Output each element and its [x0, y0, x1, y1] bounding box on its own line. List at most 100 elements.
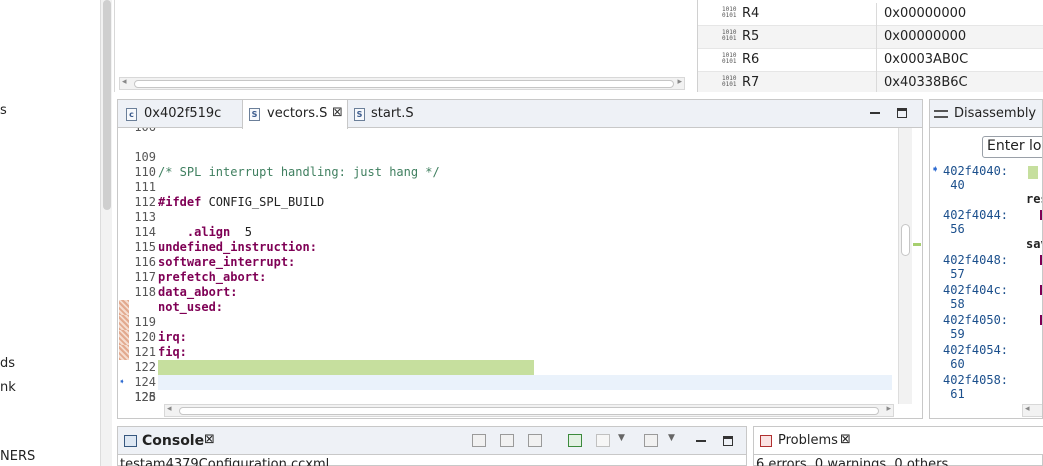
- problems-icon: [760, 435, 772, 447]
- code-line[interactable]: 119 irq:: [118, 285, 898, 344]
- scroll-thumb[interactable]: [103, 0, 111, 210]
- editor-hscrollbar[interactable]: ◂ ▸: [164, 404, 894, 417]
- register-icon: 1010 0101: [722, 75, 737, 88]
- display-console-icon[interactable]: [596, 434, 610, 447]
- c-file-icon: c: [126, 108, 137, 121]
- scroll-thumb[interactable]: [179, 407, 879, 415]
- disassembly-icon: [934, 110, 948, 118]
- console-view: Console ⊠ ▼ ▼ testam4379Configuration.cc…: [117, 426, 747, 466]
- problems-tab-bar: Problems ⊠: [754, 427, 1043, 455]
- disassembly-title: Disassembly: [954, 106, 1037, 121]
- project-tree-item[interactable]: s: [0, 103, 7, 118]
- register-icon: 1010 0101: [722, 29, 737, 42]
- problems-title[interactable]: Problems: [778, 433, 838, 448]
- asm-file-icon: S: [249, 108, 260, 121]
- code-line[interactable]: 117 data_abort:: [118, 255, 898, 299]
- maximize-icon[interactable]: [897, 108, 907, 118]
- disasm-row[interactable]: 402f404c: 58: [943, 283, 1008, 311]
- overview-ruler[interactable]: [912, 128, 922, 404]
- project-explorer-scrollbar[interactable]: [100, 0, 112, 466]
- chevron-down-icon[interactable]: ▼: [618, 433, 626, 446]
- disasm-row[interactable]: 402f4048: 57: [943, 253, 1008, 281]
- register-row[interactable]: 1010 0101 R7 0x40338B6C: [698, 72, 1043, 92]
- register-name: R7: [742, 75, 760, 90]
- tab-vectors-s[interactable]: S vectors.S ⊠: [242, 100, 348, 129]
- code-line[interactable]: 114 undefined_instruction:: [118, 210, 898, 254]
- code-editor: c 0x402f519c S vectors.S ⊠ S start.S 106…: [117, 99, 923, 419]
- minimize-icon[interactable]: [870, 112, 880, 114]
- project-tree-item[interactable]: NERS: [0, 449, 35, 464]
- code-line[interactable]: 120 fiq:: [118, 300, 898, 359]
- scroll-right-icon[interactable]: ▸: [677, 77, 682, 87]
- pin-console-icon[interactable]: [568, 434, 582, 447]
- chevron-down-icon[interactable]: ▼: [668, 433, 676, 446]
- register-name: R6: [742, 52, 760, 67]
- register-icon: 1010 0101: [722, 52, 737, 65]
- register-value[interactable]: 0x00000000: [884, 29, 966, 44]
- disasm-label: sav: [1026, 237, 1042, 251]
- problems-view: Problems ⊠ 6 errors, 0 warnings, 0 other…: [753, 426, 1043, 466]
- code-line[interactable]: 124: [118, 360, 898, 389]
- register-value[interactable]: 0x0003AB0C: [884, 52, 968, 67]
- scroll-right-icon[interactable]: ▸: [886, 404, 891, 414]
- clear-console-icon[interactable]: [472, 434, 486, 447]
- register-row[interactable]: 1010 0101 R6 0x0003AB0C: [698, 49, 1043, 72]
- location-input[interactable]: Enter loc: [982, 136, 1042, 158]
- scroll-thumb[interactable]: [134, 80, 674, 88]
- disasm-row[interactable]: 402f4058: 61: [943, 373, 1008, 401]
- disassembly-tab[interactable]: Disassembly: [930, 100, 1042, 128]
- editor-vscrollbar[interactable]: [898, 128, 912, 404]
- scroll-thumb[interactable]: [901, 224, 910, 256]
- tab-label: vectors.S: [267, 106, 328, 121]
- project-tree-item[interactable]: ds: [0, 356, 15, 371]
- console-icon: [124, 435, 137, 447]
- close-icon[interactable]: ⊠: [332, 105, 343, 120]
- scroll-left-icon[interactable]: ◂: [167, 404, 172, 414]
- disasm-label: res: [1026, 192, 1042, 206]
- project-tree-item[interactable]: nk: [0, 380, 16, 395]
- minimize-icon[interactable]: [696, 440, 706, 442]
- instruction-pointer-icon: ➧: [931, 164, 940, 175]
- tab-label: start.S: [371, 106, 414, 121]
- register-value[interactable]: 0x40338B6C: [884, 75, 968, 90]
- tab-disasm-address[interactable]: c 0x402f519c: [120, 100, 242, 128]
- code-line[interactable]: 116 prefetch_abort:: [118, 240, 898, 284]
- register-row[interactable]: 1010 0101 R4 0x00000000: [698, 3, 1043, 26]
- disasm-row[interactable]: 402f4050: 59: [943, 313, 1008, 341]
- code-line[interactable]: 111 #ifdef CONFIG_SPL_BUILD: [118, 165, 898, 209]
- open-console-icon[interactable]: [644, 434, 658, 447]
- register-value[interactable]: 0x00000000: [884, 6, 966, 21]
- code-line[interactable]: 121: [118, 315, 898, 359]
- code-line[interactable]: 115 software_interrupt:: [118, 225, 898, 269]
- code-area[interactable]: 106 109 /* SPL interrupt handling: just …: [118, 128, 898, 404]
- console-title[interactable]: Console: [142, 433, 204, 449]
- code-line[interactable]: 110: [118, 150, 898, 179]
- code-line[interactable]: 112: [118, 180, 898, 209]
- register-row[interactable]: 1010 0101 R5 0x00000000: [698, 26, 1043, 49]
- current-instruction-highlight: [1028, 166, 1038, 179]
- code-line[interactable]: 113 .align 5: [118, 195, 898, 239]
- scroll-left-icon[interactable]: ◂: [122, 77, 127, 87]
- disasm-row[interactable]: 402f4054: 60: [943, 343, 1008, 371]
- close-icon[interactable]: ⊠: [840, 432, 851, 447]
- scroll-left-icon[interactable]: ◂: [1025, 404, 1030, 414]
- tab-label: 0x402f519c: [144, 106, 222, 121]
- disasm-row[interactable]: 402f4040: 40: [943, 164, 1008, 192]
- console-tab-bar: Console ⊠ ▼ ▼: [118, 427, 746, 455]
- scroll-lock-icon[interactable]: [500, 434, 514, 447]
- upper-view-hscrollbar[interactable]: ◂ ▸: [119, 77, 685, 90]
- word-wrap-icon[interactable]: [528, 434, 542, 447]
- code-line[interactable]: 118 not_used:: [118, 270, 898, 314]
- close-icon[interactable]: ⊠: [204, 432, 215, 447]
- disasm-row[interactable]: 402f4044: 56: [943, 208, 1008, 236]
- maximize-icon[interactable]: [723, 436, 733, 446]
- code-line-caret[interactable]: 125 #else /* !CONFIG_SPL_BUILD */|: [134, 375, 892, 404]
- code-line-current[interactable]: ➧ 123 bl 1b /* hang and never return */: [118, 345, 898, 404]
- registers-view: 1010 0101 R4 0x00000000 1010 0101 R5 0x000…: [697, 0, 1043, 92]
- line-number: 124: [134, 375, 156, 389]
- tab-start-s[interactable]: S start.S: [350, 100, 430, 128]
- code-line[interactable]: 109 /* SPL interrupt handling: just hang…: [118, 135, 898, 179]
- disasm-hscrollbar[interactable]: ◂: [1022, 404, 1042, 417]
- disassembly-view: Disassembly Enter loc ➧ 402f4040: 40 res…: [929, 99, 1043, 419]
- code-line[interactable]: 122 1:: [118, 330, 898, 389]
